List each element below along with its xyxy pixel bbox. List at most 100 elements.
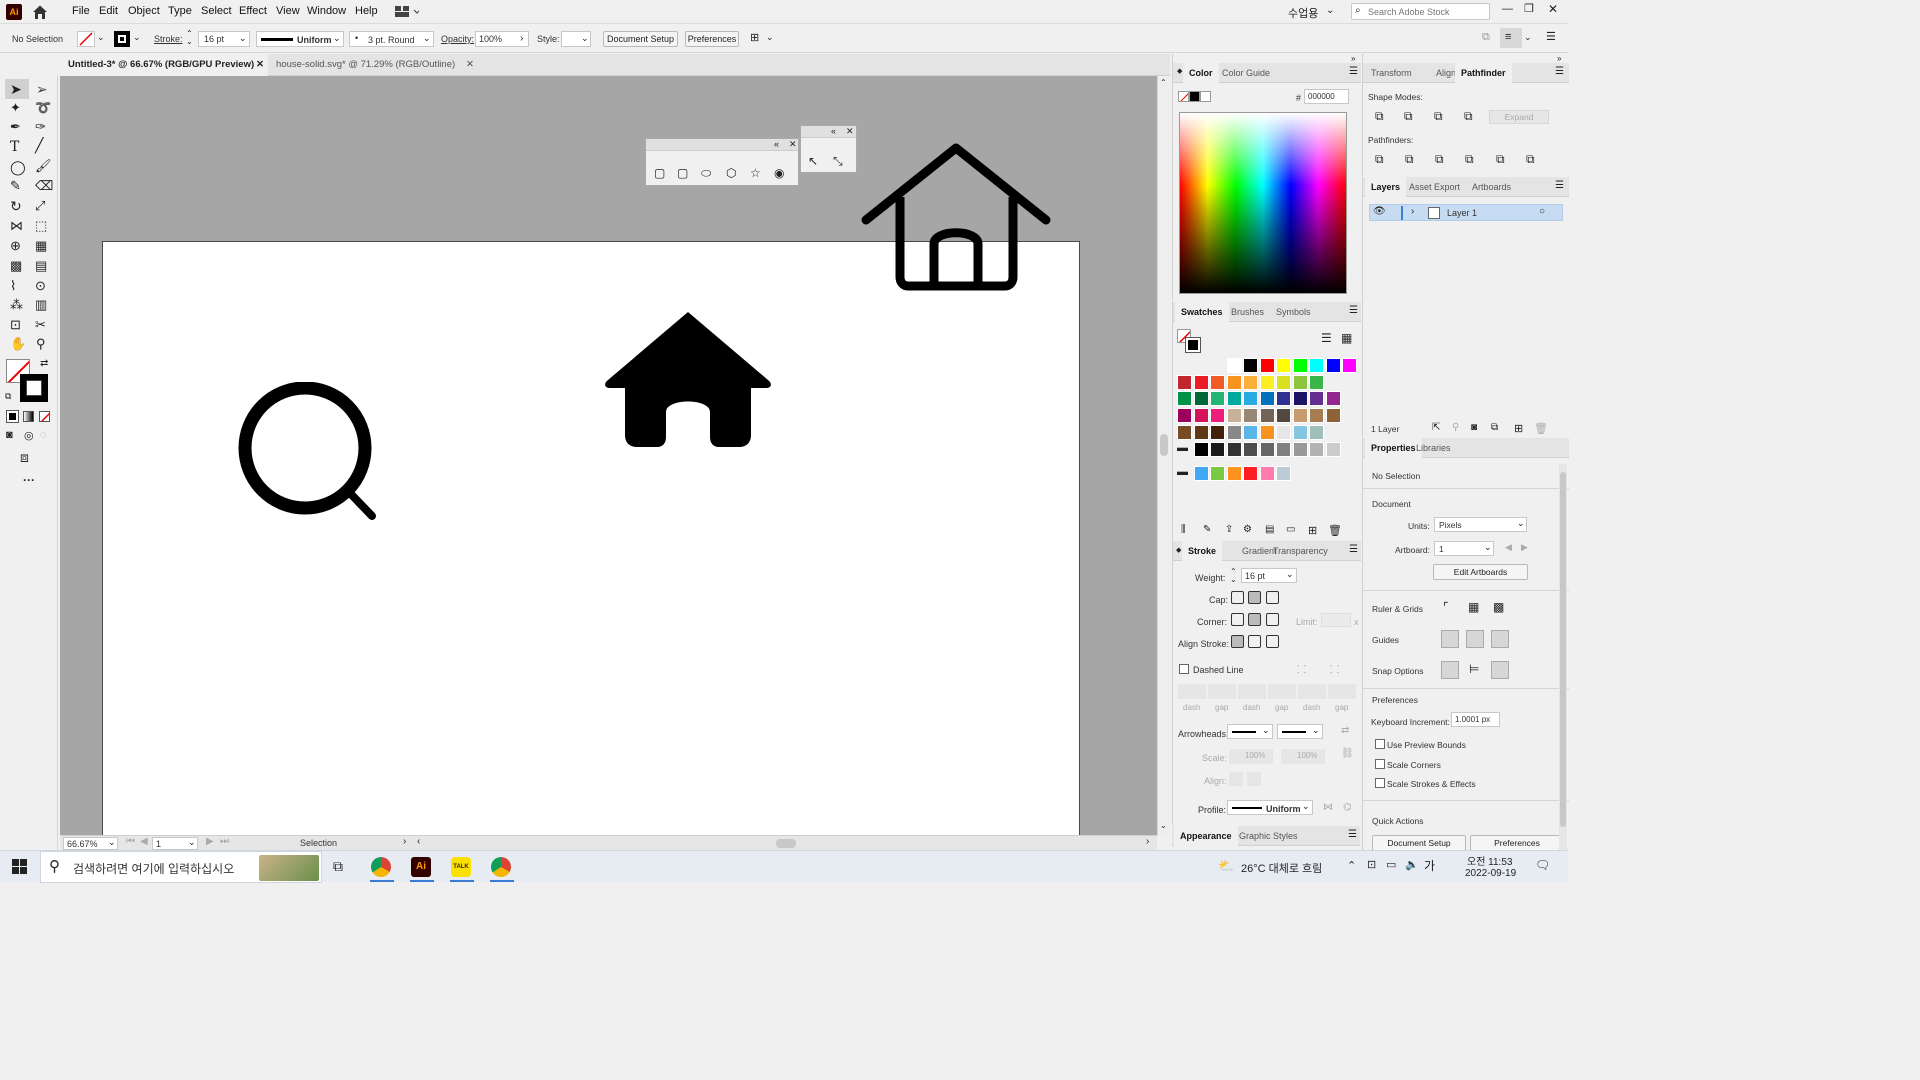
lock-guides-icon[interactable] <box>1466 630 1484 648</box>
stock-search[interactable]: ⌕ <box>1351 3 1490 20</box>
menu-help[interactable]: Help <box>355 5 378 17</box>
transparency-grid-icon[interactable]: ▩ <box>1493 600 1504 614</box>
flip-across-icon[interactable]: ⌬ <box>1343 802 1352 813</box>
arrow-align-1[interactable] <box>1229 772 1243 786</box>
previous-artboard-icon[interactable]: ◀ <box>140 836 148 847</box>
artboard[interactable] <box>102 241 1080 835</box>
stock-search-input[interactable] <box>1368 5 1486 18</box>
grid-view-icon[interactable]: ▦ <box>1341 331 1352 345</box>
chevron-down-icon[interactable]: ⌄ <box>1517 518 1525 529</box>
delete-layer-icon[interactable]: 🗑 <box>1534 422 1548 435</box>
units-dropdown[interactable]: Pixels ⌄ <box>1434 517 1527 532</box>
chrome-profile-icon[interactable] <box>491 857 511 877</box>
smart-guides-icon[interactable] <box>1491 630 1509 648</box>
clock-date[interactable]: 2022-09-19 <box>1465 868 1516 879</box>
flare-icon[interactable]: ◉ <box>774 166 784 180</box>
panel-menu-icon[interactable]: ☰ <box>1349 66 1358 77</box>
locate-object-icon[interactable]: ⚲ <box>1452 422 1459 433</box>
search-magnifier-icon[interactable] <box>238 381 378 524</box>
free-transform-icon[interactable]: ⬚ <box>35 218 53 236</box>
color-swatch[interactable] <box>1276 391 1291 407</box>
panel-menu-icon[interactable]: ☰ <box>1348 829 1357 840</box>
color-swatch[interactable] <box>1259 424 1275 440</box>
panel-toggle-icon[interactable]: ◆ <box>1176 546 1181 554</box>
collapse-icon[interactable]: « <box>831 126 836 136</box>
menu-select[interactable]: Select <box>201 5 232 17</box>
color-swatch[interactable] <box>1309 358 1324 373</box>
windows-start-icon[interactable] <box>12 859 27 874</box>
width-tool-icon[interactable]: ⋈ <box>10 218 28 236</box>
chevron-down-icon[interactable]: ⌄ <box>423 33 431 44</box>
swatch-libraries-icon[interactable]: ⫼ <box>1181 524 1186 535</box>
pen-tool-icon[interactable]: ✒ <box>10 119 28 137</box>
artboard-tool-icon[interactable]: ⊡ <box>10 317 28 335</box>
color-swatch[interactable] <box>1226 374 1242 390</box>
color-swatch[interactable] <box>1292 391 1308 407</box>
dash-align-icon[interactable]: ⸬ <box>1330 662 1339 677</box>
canvas-area[interactable]: « ✕ ▢ ▢ ⬭ ⬡ ☆ ◉ « ✕ ↖ ⤡ <box>60 76 1157 835</box>
projecting-cap-icon[interactable] <box>1266 591 1279 604</box>
color-swatch[interactable] <box>1259 466 1275 482</box>
stroke-black-swatch[interactable] <box>1185 337 1201 353</box>
trim-icon[interactable]: ⧉ <box>1405 152 1414 167</box>
color-swatch[interactable] <box>1292 358 1308 373</box>
menu-type[interactable]: Type <box>168 5 192 17</box>
delete-swatch-icon[interactable]: 🗑 <box>1328 524 1342 537</box>
none-mode-icon[interactable] <box>39 411 50 422</box>
tab-house-solid[interactable]: house-solid.svg* @ 71.29% (RGB/Outline) … <box>268 54 478 76</box>
panel-menu-icon[interactable]: ☰ <box>1349 305 1358 316</box>
star-icon[interactable]: ☆ <box>750 166 761 180</box>
tab-stroke[interactable]: Stroke <box>1182 541 1223 561</box>
color-swatch[interactable] <box>1177 391 1192 407</box>
chevron-down-icon[interactable]: ⌄ <box>1262 725 1270 736</box>
color-swatch[interactable] <box>1210 408 1225 424</box>
stroke-weight-field[interactable]: 16 pt ⌄ <box>198 31 250 47</box>
house-solid-icon[interactable] <box>603 310 773 452</box>
dash-field-3[interactable] <box>1298 684 1326 699</box>
artboard-dropdown[interactable]: 1 ⌄ <box>1434 541 1494 556</box>
chevron-down-icon[interactable]: ⌄ <box>1484 542 1492 553</box>
color-swatch[interactable] <box>1226 358 1242 373</box>
menu-view[interactable]: View <box>276 5 300 17</box>
chrome-icon[interactable] <box>371 857 391 877</box>
draw-normal-icon[interactable]: ◙ <box>6 429 13 441</box>
menu-effect[interactable]: Effect <box>239 5 267 17</box>
color-swatch[interactable] <box>1210 441 1225 457</box>
color-swatch[interactable] <box>1325 408 1341 424</box>
mesh-tool-icon[interactable]: ▩ <box>10 258 28 276</box>
minimize-button[interactable]: — <box>1502 3 1513 15</box>
panel-menu-icon[interactable]: ☰ <box>1555 180 1564 191</box>
color-swatch[interactable] <box>1276 424 1291 440</box>
new-layer-icon[interactable]: ⊞ <box>1514 422 1523 435</box>
scroll-right-icon[interactable]: › <box>1146 836 1149 847</box>
stroke-swatch[interactable] <box>114 31 130 47</box>
panel-toggle-icon[interactable]: ◆ <box>1177 67 1182 75</box>
color-swatch[interactable] <box>1243 441 1258 457</box>
zoom-tool-icon[interactable]: ⚲ <box>36 336 54 354</box>
type-tool-icon[interactable]: T <box>10 139 28 157</box>
eraser-icon[interactable]: ⌫ <box>35 178 53 196</box>
rounded-rectangle-icon[interactable]: ▢ <box>677 166 688 180</box>
weight-field[interactable]: 16 pt ⌄ <box>1241 568 1297 583</box>
scroll-down-icon[interactable]: ⌄ <box>1160 821 1167 830</box>
color-spectrum[interactable] <box>1179 112 1347 294</box>
gap-field-2[interactable] <box>1268 684 1296 699</box>
merge-icon[interactable]: ⧉ <box>1435 152 1444 167</box>
color-swatch[interactable] <box>1276 358 1291 373</box>
color-swatch[interactable] <box>1259 441 1275 457</box>
task-view-icon[interactable]: ⧉ <box>333 858 343 875</box>
minus-front-icon[interactable]: ⧉ <box>1404 109 1413 124</box>
network-icon[interactable]: ▭ <box>1386 858 1396 871</box>
close-icon[interactable]: ✕ <box>256 54 264 76</box>
arrange-icon[interactable]: ⊞ <box>750 31 759 44</box>
first-artboard-icon[interactable]: ⏮ <box>126 836 135 847</box>
close-window-button[interactable]: ✕ <box>1548 2 1558 16</box>
chevron-down-icon[interactable]: ⌄ <box>239 33 247 44</box>
target-circle-icon[interactable]: ○ <box>1539 206 1545 217</box>
scale-corners-checkbox[interactable] <box>1375 759 1385 769</box>
color-swatch[interactable] <box>1276 374 1291 390</box>
weather-text[interactable]: 26°C 대체로 흐림 <box>1241 860 1322 876</box>
new-group-icon[interactable]: ▭ <box>1286 524 1295 535</box>
tab-layers[interactable]: Layers <box>1365 177 1407 197</box>
color-swatch[interactable] <box>1276 441 1291 457</box>
